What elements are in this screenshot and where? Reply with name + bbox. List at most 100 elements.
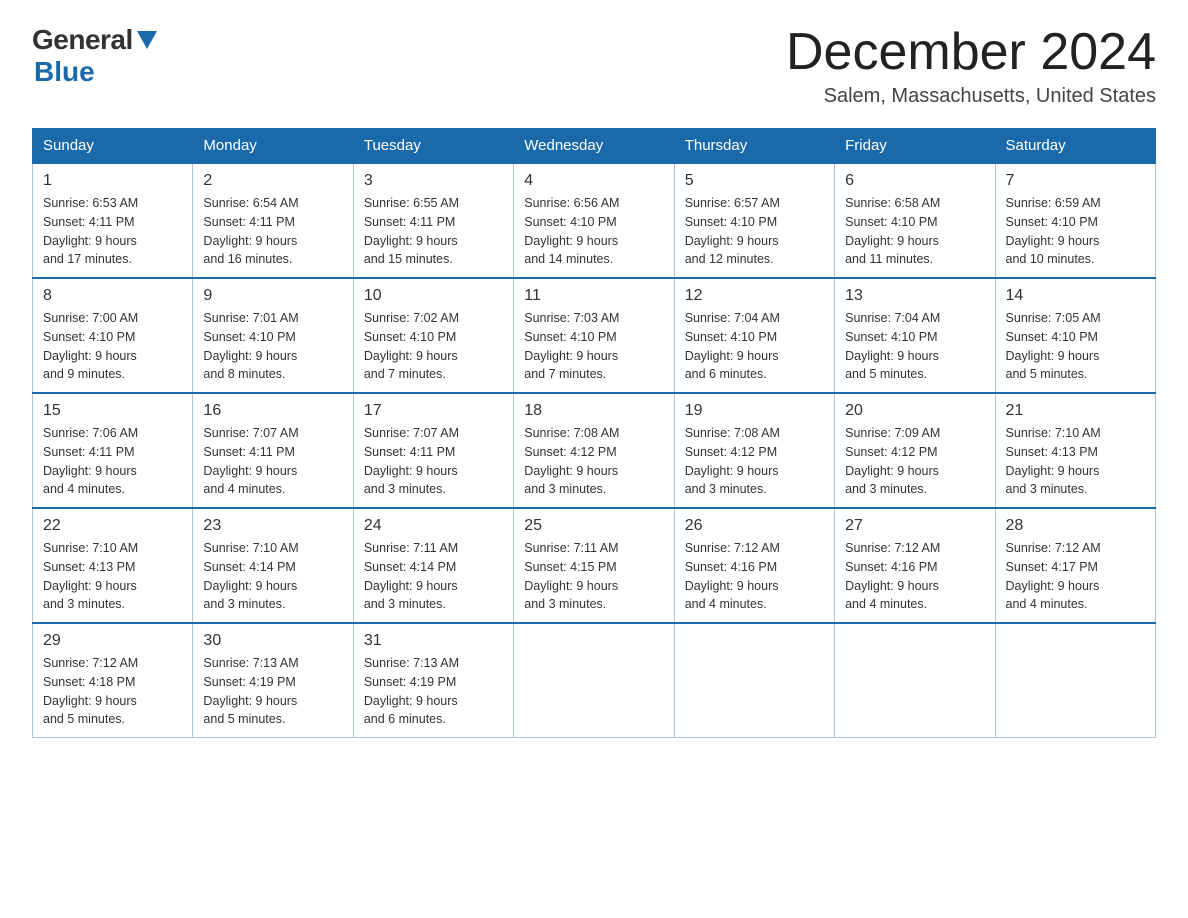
day-info: Sunrise: 7:12 AM Sunset: 4:18 PM Dayligh… xyxy=(43,654,182,729)
calendar-cell xyxy=(674,623,834,738)
calendar-cell: 5 Sunrise: 6:57 AM Sunset: 4:10 PM Daylig… xyxy=(674,163,834,278)
day-number: 17 xyxy=(364,402,503,420)
col-header-thursday: Thursday xyxy=(674,129,834,164)
logo: General Blue xyxy=(32,24,157,88)
calendar-cell xyxy=(514,623,674,738)
day-number: 23 xyxy=(203,517,342,535)
day-number: 15 xyxy=(43,402,182,420)
day-number: 29 xyxy=(43,632,182,650)
col-header-friday: Friday xyxy=(835,129,995,164)
day-info: Sunrise: 7:11 AM Sunset: 4:14 PM Dayligh… xyxy=(364,539,503,614)
day-info: Sunrise: 7:13 AM Sunset: 4:19 PM Dayligh… xyxy=(203,654,342,729)
calendar-cell: 17 Sunrise: 7:07 AM Sunset: 4:11 PM Dayli… xyxy=(353,393,513,508)
day-number: 13 xyxy=(845,287,984,305)
day-number: 2 xyxy=(203,172,342,190)
calendar-cell: 31Sunrise: 7:13 AM Sunset: 4:19 PM Dayli… xyxy=(353,623,513,738)
day-number: 25 xyxy=(524,517,663,535)
calendar-cell: 22 Sunrise: 7:10 AM Sunset: 4:13 PM Dayli… xyxy=(33,508,193,623)
day-number: 26 xyxy=(685,517,824,535)
day-number: 3 xyxy=(364,172,503,190)
day-number: 11 xyxy=(524,287,663,305)
day-number: 12 xyxy=(685,287,824,305)
day-info: Sunrise: 7:03 AM Sunset: 4:10 PM Dayligh… xyxy=(524,309,663,384)
calendar-cell xyxy=(995,623,1155,738)
calendar-cell: 14 Sunrise: 7:05 AM Sunset: 4:10 PM Dayli… xyxy=(995,278,1155,393)
calendar-week-row: 1Sunrise: 6:53 AM Sunset: 4:11 PM Daylig… xyxy=(33,163,1156,278)
day-number: 4 xyxy=(524,172,663,190)
day-info: Sunrise: 7:04 AM Sunset: 4:10 PM Dayligh… xyxy=(845,309,984,384)
day-number: 1 xyxy=(43,172,182,190)
day-number: 24 xyxy=(364,517,503,535)
day-number: 20 xyxy=(845,402,984,420)
day-number: 28 xyxy=(1006,517,1145,535)
day-number: 18 xyxy=(524,402,663,420)
day-info: Sunrise: 7:02 AM Sunset: 4:10 PM Dayligh… xyxy=(364,309,503,384)
col-header-sunday: Sunday xyxy=(33,129,193,164)
calendar-cell: 3 Sunrise: 6:55 AM Sunset: 4:11 PM Daylig… xyxy=(353,163,513,278)
calendar-cell: 18Sunrise: 7:08 AM Sunset: 4:12 PM Dayli… xyxy=(514,393,674,508)
day-info: Sunrise: 6:55 AM Sunset: 4:11 PM Dayligh… xyxy=(364,194,503,269)
day-info: Sunrise: 7:06 AM Sunset: 4:11 PM Dayligh… xyxy=(43,424,182,499)
day-info: Sunrise: 6:56 AM Sunset: 4:10 PM Dayligh… xyxy=(524,194,663,269)
day-info: Sunrise: 7:12 AM Sunset: 4:16 PM Dayligh… xyxy=(845,539,984,614)
day-info: Sunrise: 7:09 AM Sunset: 4:12 PM Dayligh… xyxy=(845,424,984,499)
day-info: Sunrise: 7:10 AM Sunset: 4:13 PM Dayligh… xyxy=(43,539,182,614)
col-header-monday: Monday xyxy=(193,129,353,164)
calendar-cell: 27 Sunrise: 7:12 AM Sunset: 4:16 PM Dayli… xyxy=(835,508,995,623)
calendar-cell: 29 Sunrise: 7:12 AM Sunset: 4:18 PM Dayli… xyxy=(33,623,193,738)
location-text: Salem, Massachusetts, United States xyxy=(786,85,1156,108)
day-info: Sunrise: 6:57 AM Sunset: 4:10 PM Dayligh… xyxy=(685,194,824,269)
calendar-cell: 4 Sunrise: 6:56 AM Sunset: 4:10 PM Daylig… xyxy=(514,163,674,278)
day-info: Sunrise: 7:07 AM Sunset: 4:11 PM Dayligh… xyxy=(364,424,503,499)
calendar-cell: 12 Sunrise: 7:04 AM Sunset: 4:10 PM Dayli… xyxy=(674,278,834,393)
day-number: 30 xyxy=(203,632,342,650)
day-number: 16 xyxy=(203,402,342,420)
day-number: 21 xyxy=(1006,402,1145,420)
day-info: Sunrise: 7:12 AM Sunset: 4:17 PM Dayligh… xyxy=(1006,539,1145,614)
day-info: Sunrise: 7:13 AM Sunset: 4:19 PM Dayligh… xyxy=(364,654,503,729)
month-title: December 2024 xyxy=(786,24,1156,81)
logo-triangle-icon xyxy=(137,31,157,49)
logo-blue-text: Blue xyxy=(34,56,95,88)
calendar-cell: 6Sunrise: 6:58 AM Sunset: 4:10 PM Daylig… xyxy=(835,163,995,278)
calendar-cell: 11 Sunrise: 7:03 AM Sunset: 4:10 PM Dayli… xyxy=(514,278,674,393)
logo-general-text: General xyxy=(32,24,133,56)
day-number: 5 xyxy=(685,172,824,190)
calendar-week-row: 22 Sunrise: 7:10 AM Sunset: 4:13 PM Dayli… xyxy=(33,508,1156,623)
day-info: Sunrise: 7:01 AM Sunset: 4:10 PM Dayligh… xyxy=(203,309,342,384)
calendar-cell: 7 Sunrise: 6:59 AM Sunset: 4:10 PM Daylig… xyxy=(995,163,1155,278)
calendar-table: SundayMondayTuesdayWednesdayThursdayFrid… xyxy=(32,128,1156,738)
col-header-wednesday: Wednesday xyxy=(514,129,674,164)
day-info: Sunrise: 7:04 AM Sunset: 4:10 PM Dayligh… xyxy=(685,309,824,384)
day-info: Sunrise: 7:08 AM Sunset: 4:12 PM Dayligh… xyxy=(685,424,824,499)
day-info: Sunrise: 7:05 AM Sunset: 4:10 PM Dayligh… xyxy=(1006,309,1145,384)
day-number: 27 xyxy=(845,517,984,535)
calendar-cell xyxy=(835,623,995,738)
calendar-cell: 2 Sunrise: 6:54 AM Sunset: 4:11 PM Daylig… xyxy=(193,163,353,278)
calendar-cell: 9 Sunrise: 7:01 AM Sunset: 4:10 PM Daylig… xyxy=(193,278,353,393)
calendar-cell: 20 Sunrise: 7:09 AM Sunset: 4:12 PM Dayli… xyxy=(835,393,995,508)
calendar-cell: 28 Sunrise: 7:12 AM Sunset: 4:17 PM Dayli… xyxy=(995,508,1155,623)
calendar-week-row: 29 Sunrise: 7:12 AM Sunset: 4:18 PM Dayli… xyxy=(33,623,1156,738)
day-info: Sunrise: 6:54 AM Sunset: 4:11 PM Dayligh… xyxy=(203,194,342,269)
day-info: Sunrise: 6:59 AM Sunset: 4:10 PM Dayligh… xyxy=(1006,194,1145,269)
calendar-cell: 1Sunrise: 6:53 AM Sunset: 4:11 PM Daylig… xyxy=(33,163,193,278)
col-header-tuesday: Tuesday xyxy=(353,129,513,164)
day-number: 14 xyxy=(1006,287,1145,305)
calendar-cell: 16Sunrise: 7:07 AM Sunset: 4:11 PM Dayli… xyxy=(193,393,353,508)
day-number: 10 xyxy=(364,287,503,305)
calendar-cell: 24 Sunrise: 7:11 AM Sunset: 4:14 PM Dayli… xyxy=(353,508,513,623)
calendar-cell: 15 Sunrise: 7:06 AM Sunset: 4:11 PM Dayli… xyxy=(33,393,193,508)
day-info: Sunrise: 7:11 AM Sunset: 4:15 PM Dayligh… xyxy=(524,539,663,614)
day-info: Sunrise: 7:10 AM Sunset: 4:13 PM Dayligh… xyxy=(1006,424,1145,499)
day-number: 22 xyxy=(43,517,182,535)
calendar-cell: 25 Sunrise: 7:11 AM Sunset: 4:15 PM Dayli… xyxy=(514,508,674,623)
calendar-cell: 26Sunrise: 7:12 AM Sunset: 4:16 PM Dayli… xyxy=(674,508,834,623)
calendar-cell: 21 Sunrise: 7:10 AM Sunset: 4:13 PM Dayli… xyxy=(995,393,1155,508)
calendar-cell: 30 Sunrise: 7:13 AM Sunset: 4:19 PM Dayli… xyxy=(193,623,353,738)
calendar-week-row: 8Sunrise: 7:00 AM Sunset: 4:10 PM Daylig… xyxy=(33,278,1156,393)
day-number: 7 xyxy=(1006,172,1145,190)
day-number: 9 xyxy=(203,287,342,305)
calendar-cell: 10 Sunrise: 7:02 AM Sunset: 4:10 PM Dayli… xyxy=(353,278,513,393)
calendar-header-row: SundayMondayTuesdayWednesdayThursdayFrid… xyxy=(33,129,1156,164)
